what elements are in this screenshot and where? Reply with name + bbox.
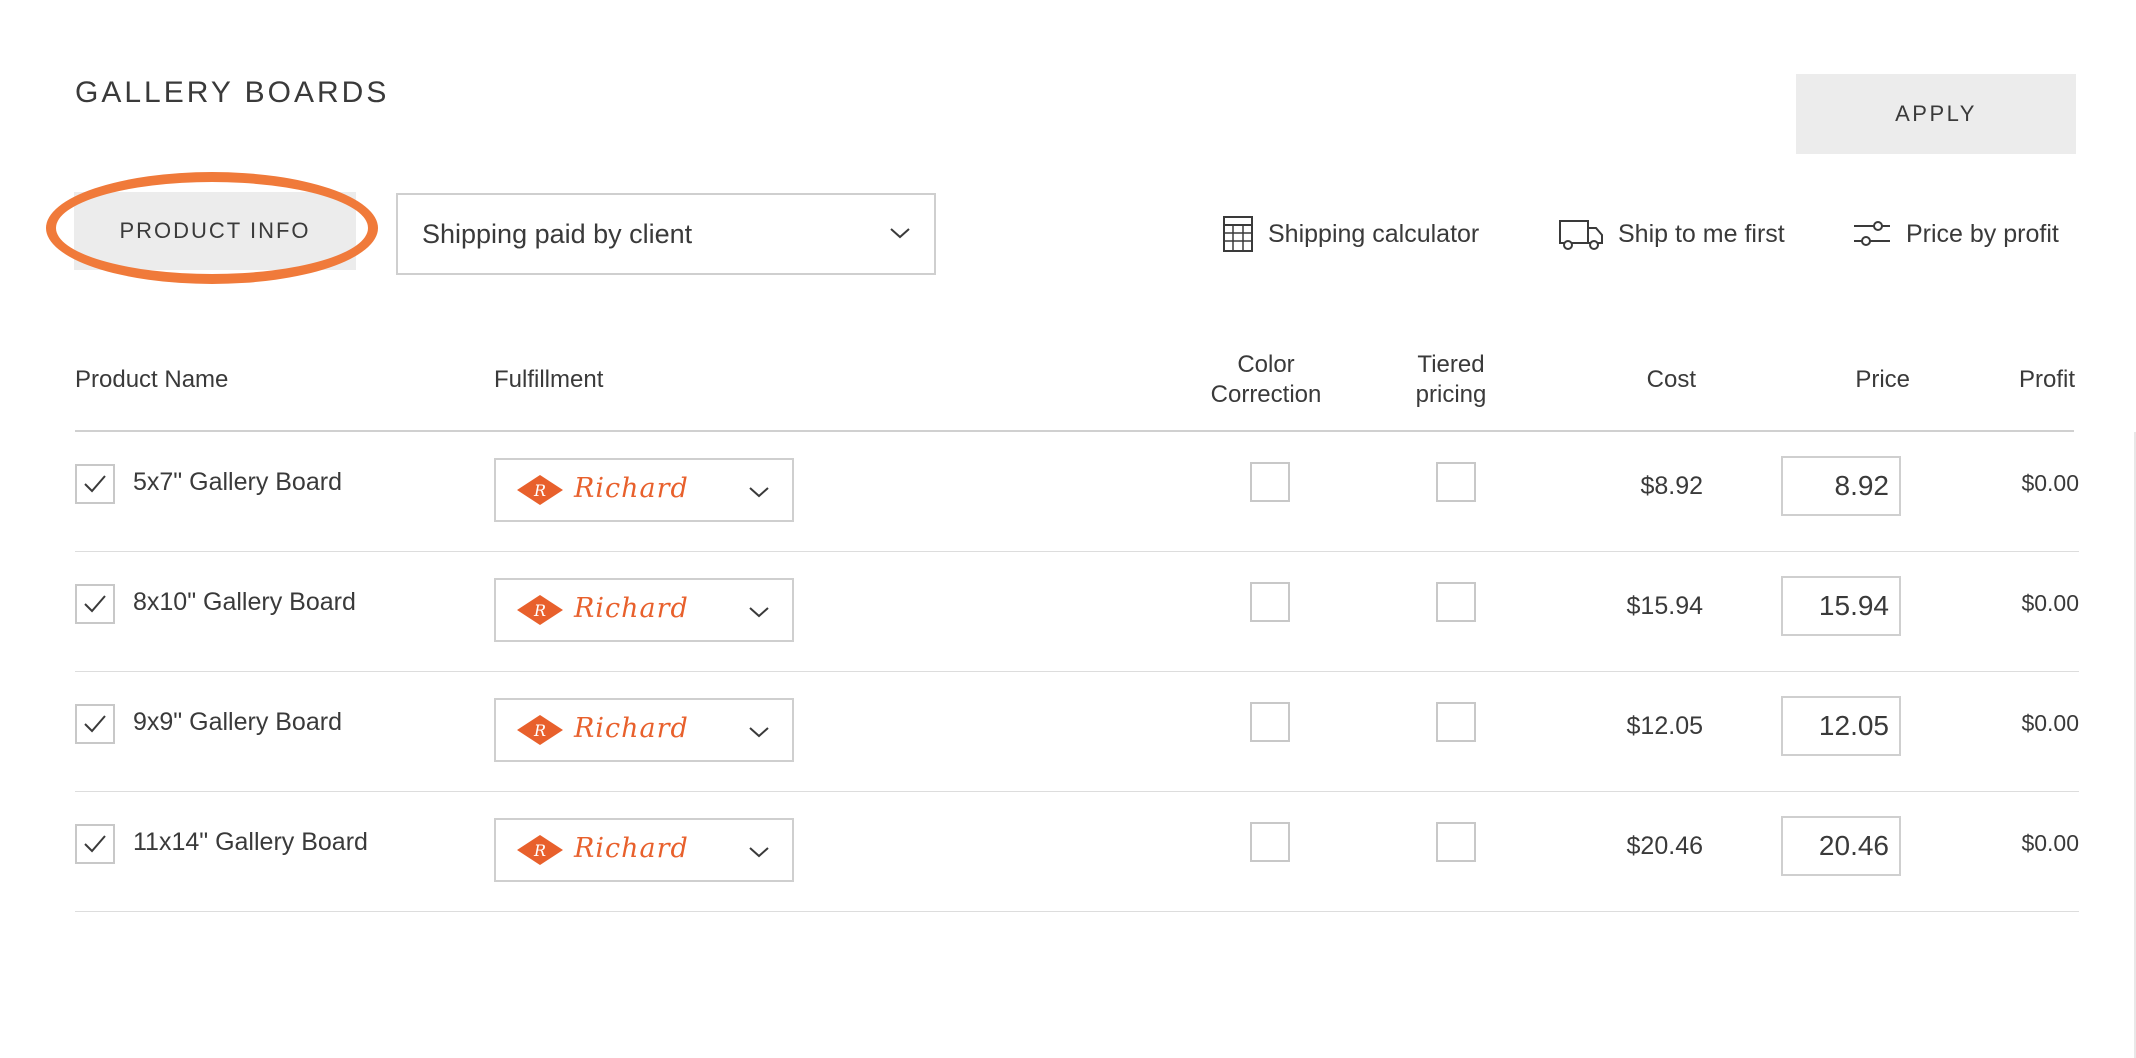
header-color-correction-line1: Color [1237, 351, 1295, 378]
shipping-calculator-label: Shipping calculator [1268, 219, 1480, 248]
check-icon [84, 715, 106, 733]
fulfillment-lab-name: Richard [574, 833, 689, 864]
price-input[interactable] [1781, 456, 1901, 516]
profit-value: $0.00 [2021, 830, 2079, 856]
profit-value: $0.00 [2021, 470, 2079, 496]
color-correction-checkbox[interactable] [1250, 582, 1290, 622]
fulfillment-select[interactable]: R Richard [494, 578, 794, 642]
chevron-down-icon [749, 727, 769, 738]
lab-logo-icon: R [517, 835, 563, 865]
price-input[interactable] [1781, 696, 1901, 756]
profit-value: $0.00 [2021, 590, 2079, 616]
product-info-button[interactable]: PRODUCT INFO [74, 192, 356, 270]
price-by-profit-label: Price by profit [1906, 219, 2059, 248]
profit-value: $0.00 [2021, 710, 2079, 736]
lab-logo-icon: R [517, 595, 563, 625]
header-tiered-pricing: Tiered pricing [1380, 350, 1522, 410]
fulfillment-lab-name: Richard [574, 713, 689, 744]
price-input[interactable] [1781, 816, 1901, 876]
price-input[interactable] [1781, 576, 1901, 636]
fulfillment-lab-name: Richard [574, 473, 689, 504]
lab-logo-icon: R [517, 715, 563, 745]
chevron-down-icon [749, 607, 769, 618]
table-row: 9x9" Gallery Board R Richard $12.05 $0.0… [75, 672, 2079, 792]
check-icon [84, 835, 106, 853]
product-name: 5x7" Gallery Board [133, 468, 342, 496]
check-icon [84, 595, 106, 613]
tiered-pricing-checkbox[interactable] [1436, 822, 1476, 862]
svg-text:R: R [533, 841, 546, 860]
tiered-pricing-checkbox[interactable] [1436, 462, 1476, 502]
product-name: 11x14" Gallery Board [133, 828, 368, 856]
shipping-calculator-link[interactable]: Shipping calculator [1222, 214, 1479, 254]
svg-text:R: R [533, 481, 546, 500]
check-icon [84, 475, 106, 493]
lab-logo-icon: R [517, 475, 563, 505]
sliders-icon [1854, 221, 1890, 246]
header-profit: Profit [2018, 366, 2075, 393]
chevron-down-icon [890, 228, 910, 239]
tiered-pricing-checkbox[interactable] [1436, 582, 1476, 622]
cost-value: $20.46 [1626, 832, 1703, 860]
product-info-highlight: PRODUCT INFO [46, 172, 378, 284]
cost-value: $12.05 [1626, 712, 1703, 740]
color-correction-checkbox[interactable] [1250, 822, 1290, 862]
table-row: 11x14" Gallery Board R Richard $20.46 $0… [75, 792, 2079, 912]
header-color-correction-line2: Correction [1210, 381, 1322, 408]
calculator-icon [1223, 216, 1253, 252]
shipping-select-value: Shipping paid by client [422, 218, 693, 249]
truck-icon [1559, 220, 1603, 250]
cost-value: $8.92 [1640, 472, 1703, 500]
header-tiered-pricing-line2: pricing [1415, 381, 1487, 408]
svg-text:R: R [533, 721, 546, 740]
fulfillment-select[interactable]: R Richard [494, 458, 794, 522]
fulfillment-lab-name: Richard [574, 593, 689, 624]
table-row: 5x7" Gallery Board R Richard $8.92 $0.00 [75, 432, 2079, 552]
color-correction-checkbox[interactable] [1250, 702, 1290, 742]
apply-button[interactable]: APPLY [1796, 74, 2076, 154]
product-checkbox[interactable] [75, 824, 115, 864]
price-by-profit-link[interactable]: Price by profit [1852, 214, 2059, 254]
header-fulfillment: Fulfillment [494, 366, 604, 393]
header-tiered-pricing-line1: Tiered [1417, 351, 1485, 378]
color-correction-checkbox[interactable] [1250, 462, 1290, 502]
product-checkbox[interactable] [75, 704, 115, 744]
cost-value: $15.94 [1626, 592, 1703, 620]
ship-to-me-label: Ship to me first [1618, 219, 1785, 248]
chevron-down-icon [749, 847, 769, 858]
header-cost: Cost [1646, 366, 1696, 393]
ship-to-me-link[interactable]: Ship to me first [1558, 214, 1785, 254]
header-product-name: Product Name [75, 366, 229, 393]
product-name: 9x9" Gallery Board [133, 708, 342, 736]
fulfillment-select[interactable]: R Richard [494, 698, 794, 762]
svg-text:R: R [533, 601, 546, 620]
product-name: 8x10" Gallery Board [133, 588, 356, 616]
header-color-correction: Color Correction [1190, 350, 1342, 410]
header-price: Price [1855, 366, 1910, 393]
product-checkbox[interactable] [75, 584, 115, 624]
shipping-select[interactable]: Shipping paid by client [396, 193, 936, 275]
chevron-down-icon [749, 487, 769, 498]
tiered-pricing-checkbox[interactable] [1436, 702, 1476, 742]
product-checkbox[interactable] [75, 464, 115, 504]
fulfillment-select[interactable]: R Richard [494, 818, 794, 882]
table-row: 8x10" Gallery Board R Richard $15.94 $0.… [75, 552, 2079, 672]
page-title: GALLERY BOARDS [75, 76, 390, 109]
